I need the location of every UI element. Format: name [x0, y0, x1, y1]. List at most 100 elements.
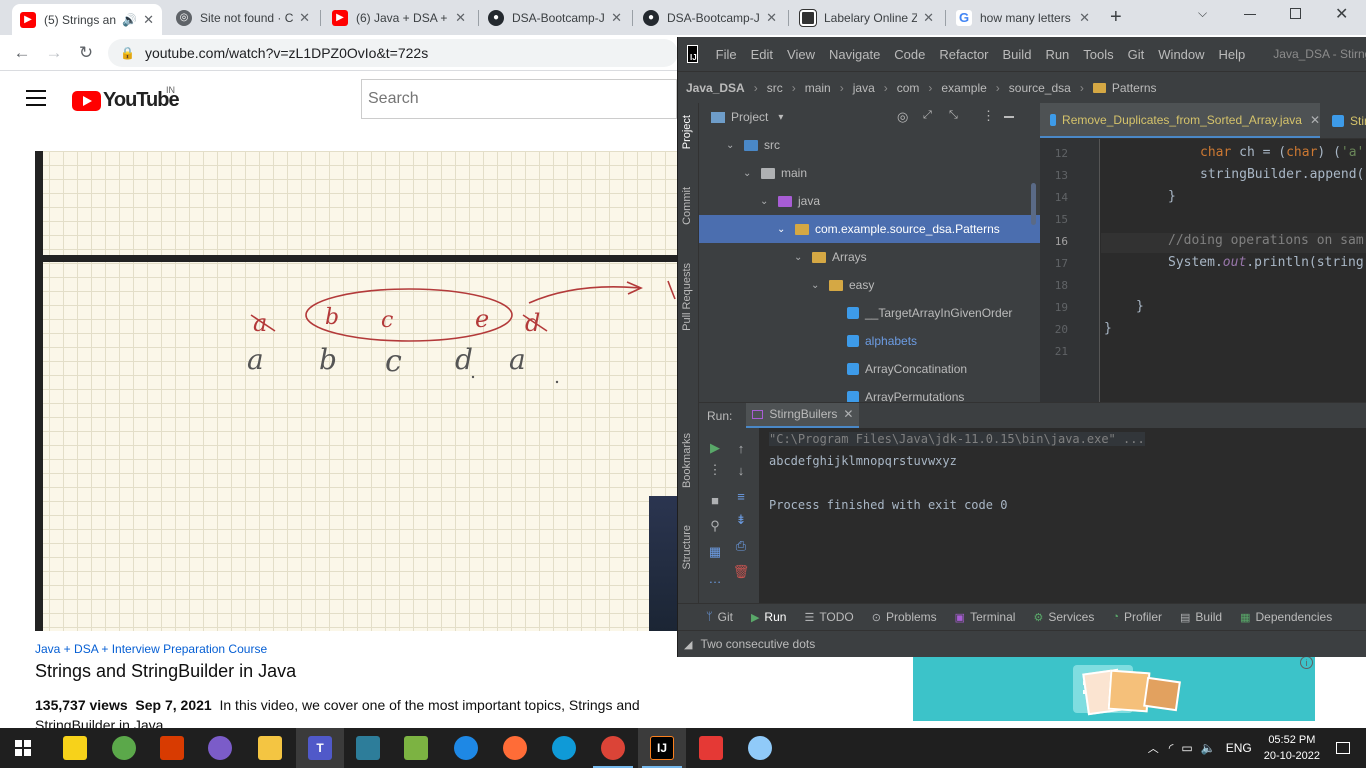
tool-services[interactable]: ⚙ Services [1033, 610, 1094, 624]
tab-github-dsa-2[interactable]: ● DSA-Bootcamp-J ✕ [635, 4, 785, 31]
tool-terminal[interactable]: ▣ Terminal [955, 610, 1016, 624]
more-dots-icon[interactable]: … [707, 570, 723, 586]
close-icon[interactable]: ✕ [299, 10, 310, 26]
back-arrow-icon[interactable]: ← [10, 41, 34, 65]
run-console[interactable]: "C:\Program Files\Java\jdk-11.0.15\bin\j… [759, 428, 1366, 603]
snipping-tool-icon[interactable] [356, 736, 380, 760]
paint-icon[interactable] [748, 736, 772, 760]
locate-icon[interactable]: ◎ [897, 109, 908, 125]
hide-panel-icon[interactable] [1004, 116, 1014, 118]
edge-icon[interactable] [552, 736, 576, 760]
tree-item-array-permutations[interactable]: ArrayPermutations [699, 383, 1040, 402]
menu-navigate[interactable]: Navigate [829, 47, 880, 62]
project-view-dropdown[interactable]: Project [731, 110, 768, 124]
close-icon[interactable]: ✕ [923, 10, 934, 26]
tab-google-search[interactable]: G how many letters ✕ [948, 4, 1098, 31]
collapse-icon[interactable]: ⤡ [949, 109, 958, 122]
youtube-logo[interactable]: YouTube [72, 89, 180, 112]
breadcrumb-src[interactable]: src [767, 81, 783, 95]
chevron-down-icon[interactable]: ⌄ [743, 168, 755, 179]
tool-tab-structure[interactable]: Structure [681, 525, 693, 570]
tool-tab-project[interactable]: Project [681, 115, 693, 149]
breadcrumb-source-dsa[interactable]: source_dsa [1009, 81, 1071, 95]
tab-labelary[interactable]: Labelary Online Z ✕ [792, 4, 942, 31]
video-player[interactable]: a b c e d a b c d a [35, 151, 677, 631]
layout-icon[interactable]: ▦ [707, 544, 723, 560]
tool-tab-commit[interactable]: Commit [681, 187, 693, 225]
scroll-to-end-icon[interactable]: ⇟ [733, 512, 749, 528]
close-icon[interactable]: ✕ [455, 10, 466, 26]
breadcrumb-java[interactable]: java [853, 81, 875, 95]
close-icon[interactable]: ✕ [1310, 113, 1320, 127]
green-app-icon[interactable] [112, 736, 136, 760]
menu-refactor[interactable]: Refactor [939, 47, 988, 62]
intellij-logo-icon[interactable]: IJ [687, 45, 698, 63]
postman-icon[interactable] [503, 736, 527, 760]
notepad-icon[interactable] [404, 736, 428, 760]
ad-banner[interactable] [913, 657, 1315, 721]
menu-help[interactable]: Help [1219, 47, 1246, 62]
tool-run[interactable]: ▶ Run [751, 610, 786, 624]
tool-tab-bookmarks[interactable]: Bookmarks [681, 433, 693, 488]
tool-git[interactable]: ᛘ Git [706, 610, 733, 624]
forward-arrow-icon[interactable]: → [42, 41, 66, 65]
menu-git[interactable]: Git [1128, 47, 1145, 62]
tab-site-not-found[interactable]: ◎ Site not found · C ✕ [168, 4, 318, 31]
expand-icon[interactable]: ⤢ [923, 109, 932, 122]
address-bar[interactable]: 🔒 youtube.com/watch?v=zL1DPZ0OvIo&t=722s [108, 39, 678, 67]
windows-start-icon[interactable] [15, 740, 31, 756]
run-tab-stirngbuilers[interactable]: StirngBuilers ✕ [746, 402, 860, 429]
tab-search-chevron-icon[interactable]: ⌵ [1198, 6, 1207, 21]
file-explorer-icon[interactable] [258, 736, 282, 760]
window-close-icon[interactable]: ✕ [1335, 4, 1348, 24]
options-kebab-icon[interactable]: ⋮ [982, 108, 995, 124]
tree-item-target-array[interactable]: __TargetArrayInGivenOrder [699, 299, 1040, 327]
trash-icon[interactable]: 🗑 [733, 564, 750, 580]
menu-code[interactable]: Code [894, 47, 925, 62]
close-icon[interactable]: ✕ [611, 10, 622, 26]
chrome-icon[interactable] [601, 736, 625, 760]
menu-edit[interactable]: Edit [751, 47, 773, 62]
menu-view[interactable]: View [787, 47, 815, 62]
language-indicator[interactable]: ENG [1226, 741, 1252, 755]
ad-info-icon[interactable]: i [1300, 656, 1313, 669]
soft-wrap-icon[interactable]: ≡ [733, 488, 749, 504]
tree-item-array-concatination[interactable]: ArrayConcatination [699, 355, 1040, 383]
hamburger-menu-icon[interactable] [26, 90, 46, 106]
dots-app-icon[interactable] [699, 736, 723, 760]
tree-item-main[interactable]: ⌄ main [699, 159, 1040, 187]
menu-file[interactable]: File [716, 47, 737, 62]
editor-tab-stirng[interactable]: Stir [1322, 103, 1366, 138]
intellij-taskbar-icon[interactable]: IJ [650, 736, 674, 760]
breadcrumb-patterns[interactable]: Patterns [1112, 81, 1157, 95]
tree-item-easy[interactable]: ⌄ easy [699, 271, 1040, 299]
wifi-icon[interactable]: ◜ [1169, 741, 1174, 755]
battery-icon[interactable]: ▭ [1181, 741, 1192, 755]
more-icon[interactable]: ⋮ [707, 462, 723, 478]
tree-item-java[interactable]: ⌄ java [699, 187, 1040, 215]
pin-icon[interactable]: ⚲ [707, 518, 723, 534]
tab-youtube-java-dsa[interactable]: ▶ (6) Java + DSA + ✕ [324, 4, 474, 31]
editor-tab-remove-duplicates[interactable]: Remove_Duplicates_from_Sorted_Array.java… [1040, 103, 1320, 138]
chevron-down-icon[interactable]: ⌄ [777, 224, 789, 235]
speaker-icon[interactable]: 🔊 [122, 13, 137, 27]
tool-todo[interactable]: ☰ TODO [804, 610, 853, 624]
new-tab-button[interactable]: + [1110, 6, 1122, 29]
clock[interactable]: 05:52 PM 20-10-2022 [1264, 732, 1320, 764]
github-desktop-icon[interactable] [208, 736, 232, 760]
office-icon[interactable] [160, 736, 184, 760]
breadcrumb-example[interactable]: example [941, 81, 986, 95]
tab-youtube-strings[interactable]: ▶ (5) Strings an 🔊 ✕ [12, 4, 162, 35]
volume-icon[interactable]: 🔈 [1201, 741, 1216, 755]
breadcrumb-project[interactable]: Java_DSA [686, 81, 745, 95]
print-icon[interactable]: ⎙ [733, 538, 749, 554]
menu-window[interactable]: Window [1158, 47, 1204, 62]
close-icon[interactable]: ✕ [766, 10, 777, 26]
rerun-icon[interactable]: ▶ [707, 440, 723, 456]
feedback-icon[interactable] [454, 736, 478, 760]
tree-item-arrays[interactable]: ⌄ Arrays [699, 243, 1040, 271]
menu-build[interactable]: Build [1003, 47, 1032, 62]
down-arrow-icon[interactable]: ↓ [733, 462, 749, 478]
close-icon[interactable]: ✕ [843, 407, 853, 421]
teams-icon[interactable]: T [308, 736, 332, 760]
